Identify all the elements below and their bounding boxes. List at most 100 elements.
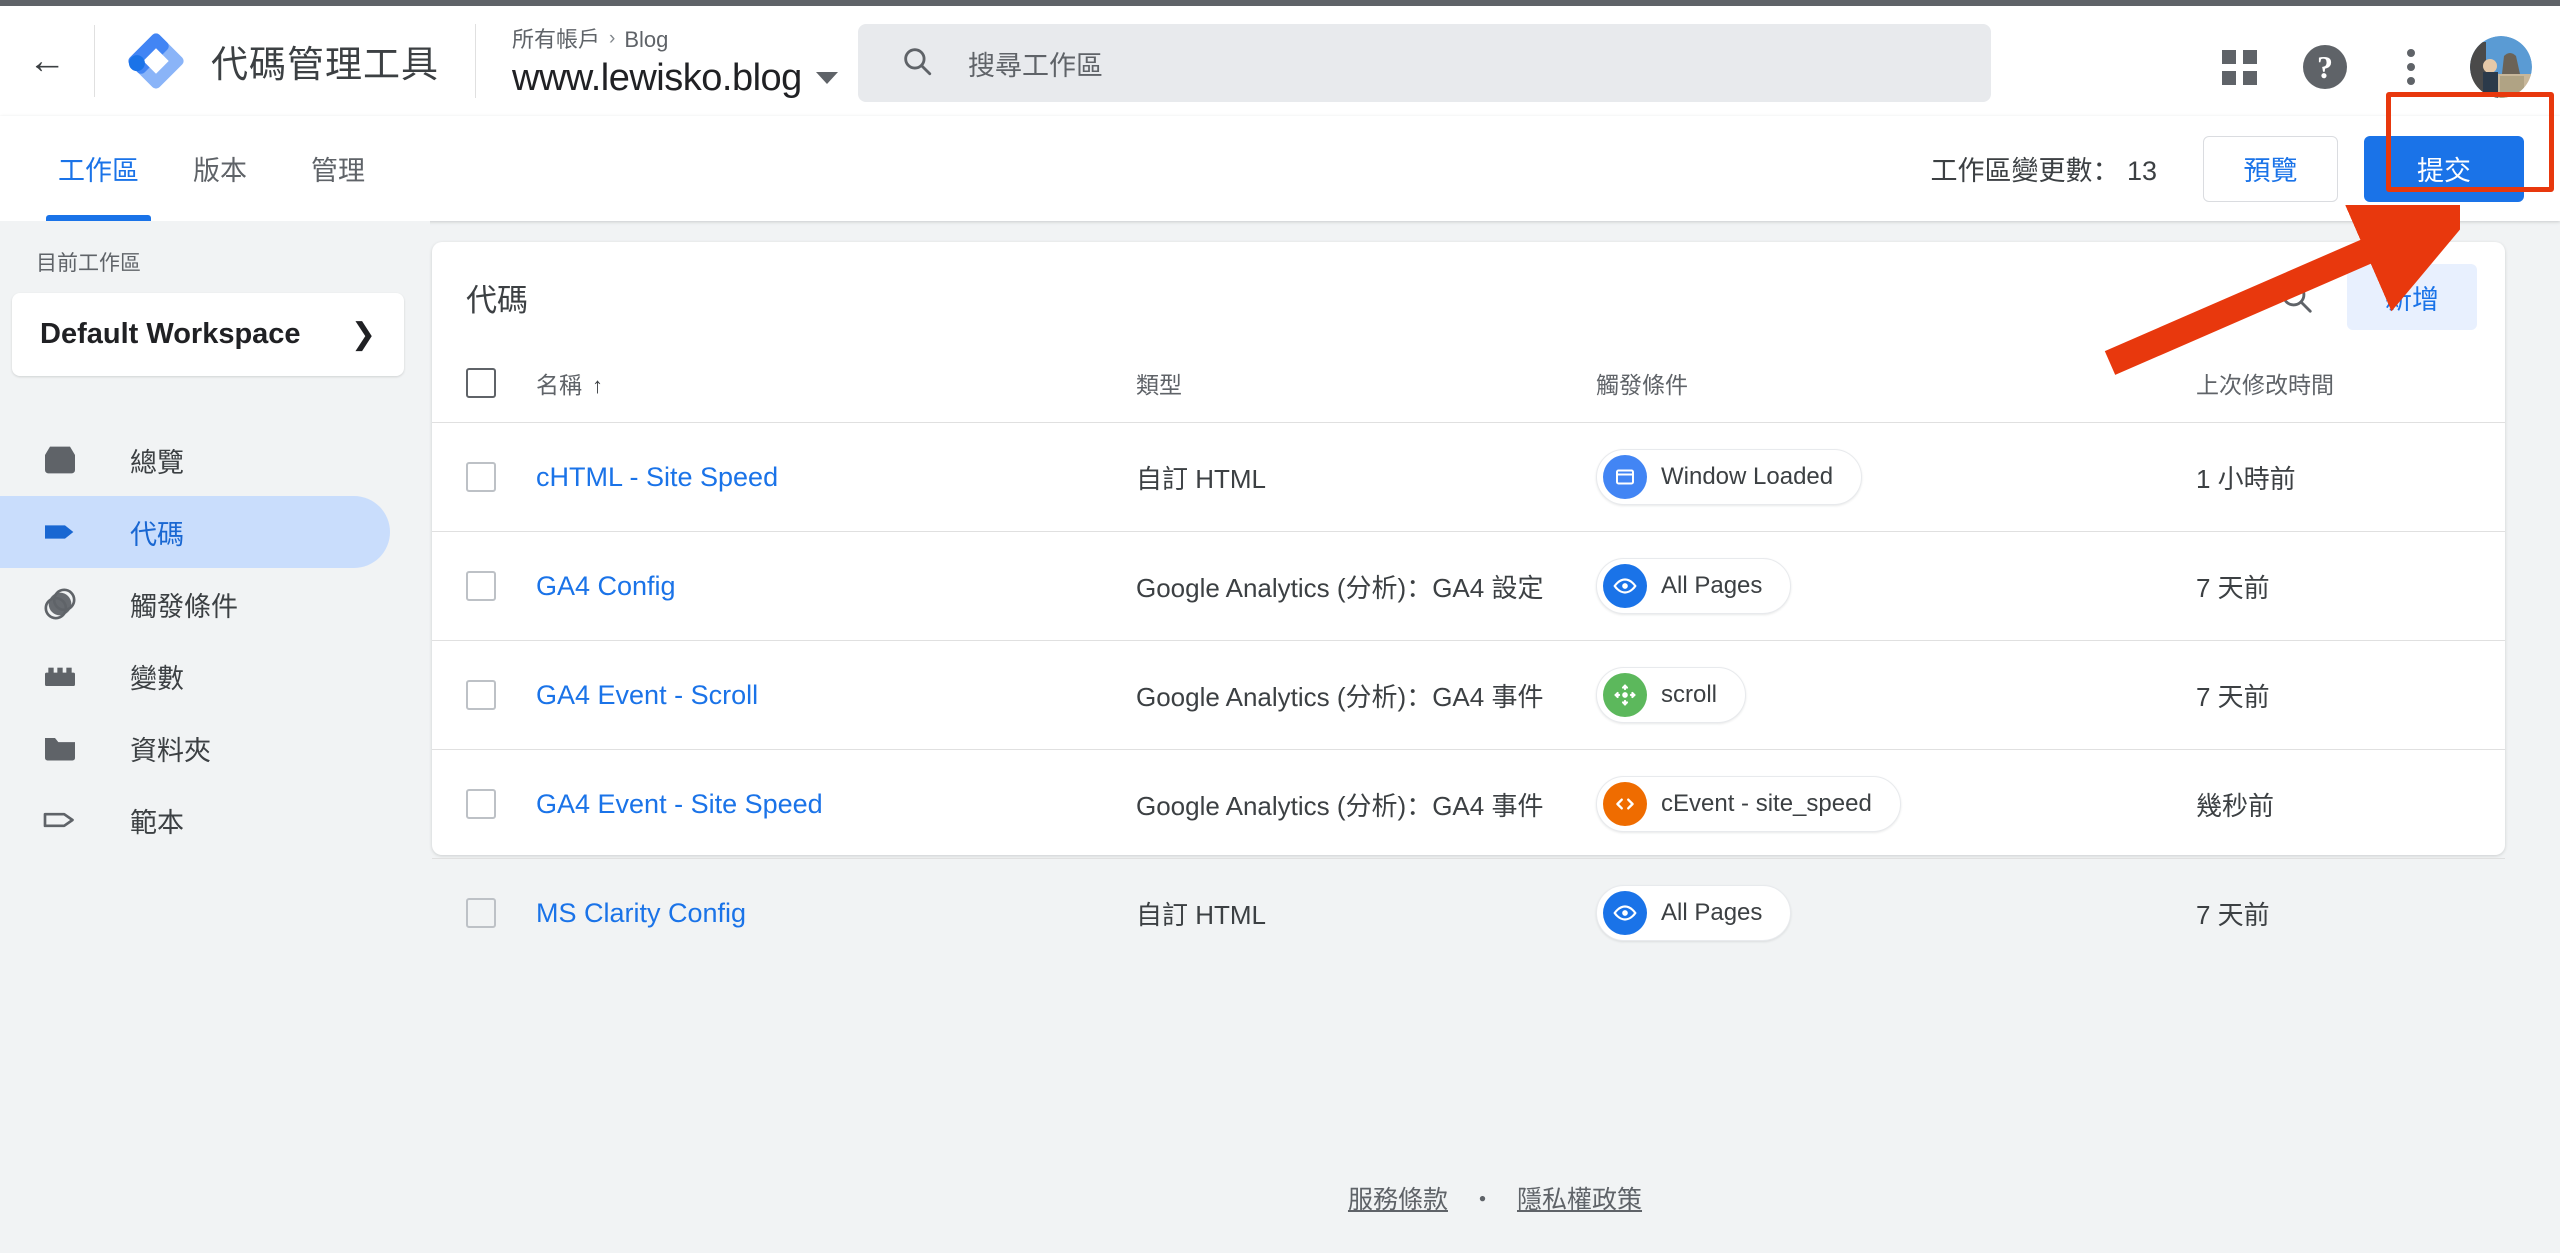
column-header-modified[interactable]: 上次修改時間 (2196, 352, 2505, 423)
select-all-checkbox[interactable] (466, 368, 496, 398)
footer: 服務條款 ・ 隱私權政策 (430, 1180, 2560, 1216)
tag-name-link[interactable]: GA4 Config (536, 571, 676, 601)
sidebar-item-variables[interactable]: 變數 (0, 640, 390, 712)
back-button[interactable]: ← (0, 42, 94, 80)
navbar-actions: 工作區變更數： 13 預覽 提交 (1930, 116, 2560, 221)
sidebar-item-tags[interactable]: 代碼 (0, 496, 390, 568)
scroll-move-icon (1603, 673, 1647, 717)
trigger-chip-label: scroll (1661, 681, 1718, 708)
tag-type: Google Analytics (分析)：GA4 事件 (1136, 681, 1544, 712)
user-avatar[interactable] (2470, 36, 2532, 98)
table-row[interactable]: cHTML - Site Speed 自訂 HTML Window Loaded… (432, 422, 2505, 532)
google-tag-manager-logo (127, 32, 185, 90)
trigger-chip[interactable]: Window Loaded (1596, 449, 1863, 505)
search-icon[interactable] (2267, 268, 2325, 326)
privacy-policy-link[interactable]: 隱私權政策 (1517, 1180, 1642, 1216)
breadcrumb: 所有帳戶 › Blog www.lewisko.blog (476, 23, 838, 100)
trigger-chip[interactable]: All Pages (1596, 885, 1792, 941)
sidebar-item-templates[interactable]: 範本 (0, 784, 390, 856)
sort-ascending-icon: ↑ (592, 373, 603, 398)
nav-tabs: 工作區 版本 管理 (36, 116, 397, 221)
triggers-circles-icon (40, 584, 92, 624)
tab-admin-label: 管理 (311, 156, 365, 186)
tag-modified: 7 天前 (2196, 899, 2270, 930)
eye-icon (1603, 564, 1647, 608)
caret-down-icon (815, 72, 838, 84)
tag-type: 自訂 HTML (1136, 463, 1267, 494)
code-brackets-icon (1603, 782, 1647, 826)
tag-filled-icon (40, 512, 92, 552)
trigger-chip[interactable]: scroll (1596, 667, 1747, 723)
row-checkbox[interactable] (466, 571, 496, 601)
workspace-name: Default Workspace (40, 318, 301, 350)
table-row[interactable]: GA4 Event - Site Speed Google Analytics … (432, 749, 2505, 859)
container-name: www.lewisko.blog (512, 56, 802, 99)
tag-name-link[interactable]: MS Clarity Config (536, 898, 746, 928)
submit-button[interactable]: 提交 (2364, 135, 2524, 202)
trigger-chip[interactable]: All Pages (1596, 558, 1792, 614)
search-input[interactable]: 搜尋工作區 (858, 24, 1991, 102)
trigger-chip-label: Window Loaded (1661, 463, 1834, 490)
sidebar-item-tags-label: 代碼 (130, 519, 184, 550)
tag-name-link[interactable]: GA4 Event - Site Speed (536, 789, 823, 819)
help-circle-icon[interactable]: ? (2282, 24, 2368, 110)
tab-versions[interactable]: 版本 (161, 116, 279, 221)
tab-versions-label: 版本 (193, 156, 247, 186)
sidebar-item-overview[interactable]: 總覽 (0, 424, 390, 496)
column-header-name[interactable]: 名稱 ↑ (536, 352, 1136, 423)
trigger-chip[interactable]: cEvent - site_speed (1596, 776, 1901, 832)
window-icon (1603, 455, 1647, 499)
sidebar-nav-list: 總覽 代碼 觸發條件 變數 資料夾 範本 (0, 424, 430, 856)
tag-type: Google Analytics (分析)：GA4 設定 (1136, 572, 1544, 603)
tags-table: 名稱 ↑ 類型 觸發條件 上次修改時間 cHTML - Site Speed 自… (432, 352, 2505, 967)
tag-name-link[interactable]: GA4 Event - Scroll (536, 680, 758, 710)
trigger-chip-label: All Pages (1661, 899, 1763, 926)
sidebar-item-templates-label: 範本 (130, 807, 184, 838)
new-tag-button-label: 新增 (2385, 284, 2439, 315)
column-header-trigger-label: 觸發條件 (1596, 372, 1688, 398)
submit-button-label: 提交 (2417, 156, 2471, 186)
preview-button[interactable]: 預覽 (2203, 135, 2338, 202)
new-tag-button[interactable]: 新增 (2347, 264, 2477, 330)
gtm-app-window: ← 代碼管理工具 所有帳戶 › Blog www.lewisko.blog 搜尋… (0, 0, 2560, 1253)
row-checkbox[interactable] (466, 898, 496, 928)
column-header-type-label: 類型 (1136, 372, 1182, 398)
tab-workspace-label: 工作區 (58, 156, 139, 186)
sidebar: 目前工作區 Default Workspace ❯ 總覽 代碼 觸發條件 變數 … (0, 221, 430, 1253)
tab-admin[interactable]: 管理 (279, 116, 397, 221)
row-checkbox[interactable] (466, 789, 496, 819)
workspace-changes-count: 工作區變更數： 13 (1930, 156, 2157, 186)
sidebar-item-triggers[interactable]: 觸發條件 (0, 568, 390, 640)
table-row[interactable]: GA4 Event - Scroll Google Analytics (分析)… (432, 640, 2505, 750)
row-checkbox[interactable] (466, 462, 496, 492)
select-all-cell (432, 352, 536, 423)
template-tag-outline-icon (40, 800, 92, 840)
container-selector[interactable]: www.lewisko.blog (512, 57, 838, 100)
more-vertical-icon[interactable] (2368, 24, 2454, 110)
row-checkbox[interactable] (466, 680, 496, 710)
footer-separator: ・ (1469, 1186, 1495, 1214)
table-row[interactable]: MS Clarity Config 自訂 HTML All Pages 7 天前 (432, 859, 2505, 968)
chevron-right-icon: ❯ (350, 318, 376, 351)
tag-modified: 7 天前 (2196, 572, 2270, 603)
brand-block: 代碼管理工具 (95, 32, 439, 90)
terms-of-service-link[interactable]: 服務條款 (1348, 1180, 1448, 1216)
tags-card-actions: 新增 (2267, 242, 2477, 352)
tags-card-header: 代碼 新增 (432, 242, 2505, 352)
breadcrumb-account[interactable]: 所有帳戶 (512, 23, 600, 56)
sidebar-item-folders-label: 資料夾 (130, 735, 211, 766)
breadcrumb-container[interactable]: Blog (624, 23, 668, 56)
tag-modified: 1 小時前 (2196, 463, 2296, 494)
trigger-chip-label: All Pages (1661, 572, 1763, 599)
tab-workspace[interactable]: 工作區 (36, 116, 161, 221)
arrow-left-icon: ← (28, 40, 66, 82)
sidebar-item-triggers-label: 觸發條件 (130, 591, 238, 622)
tags-card: 代碼 新增 名稱 ↑ 類型 觸發條件 上次修改時間 cHTML - Site S… (432, 242, 2505, 941)
column-header-type[interactable]: 類型 (1136, 352, 1596, 423)
column-header-trigger[interactable]: 觸發條件 (1596, 352, 2196, 423)
table-row[interactable]: GA4 Config Google Analytics (分析)：GA4 設定 … (432, 531, 2505, 641)
workspace-selector-card[interactable]: Default Workspace ❯ (12, 293, 404, 376)
sidebar-item-folders[interactable]: 資料夾 (0, 712, 390, 784)
apps-grid-icon[interactable] (2196, 24, 2282, 110)
tag-name-link[interactable]: cHTML - Site Speed (536, 462, 778, 492)
